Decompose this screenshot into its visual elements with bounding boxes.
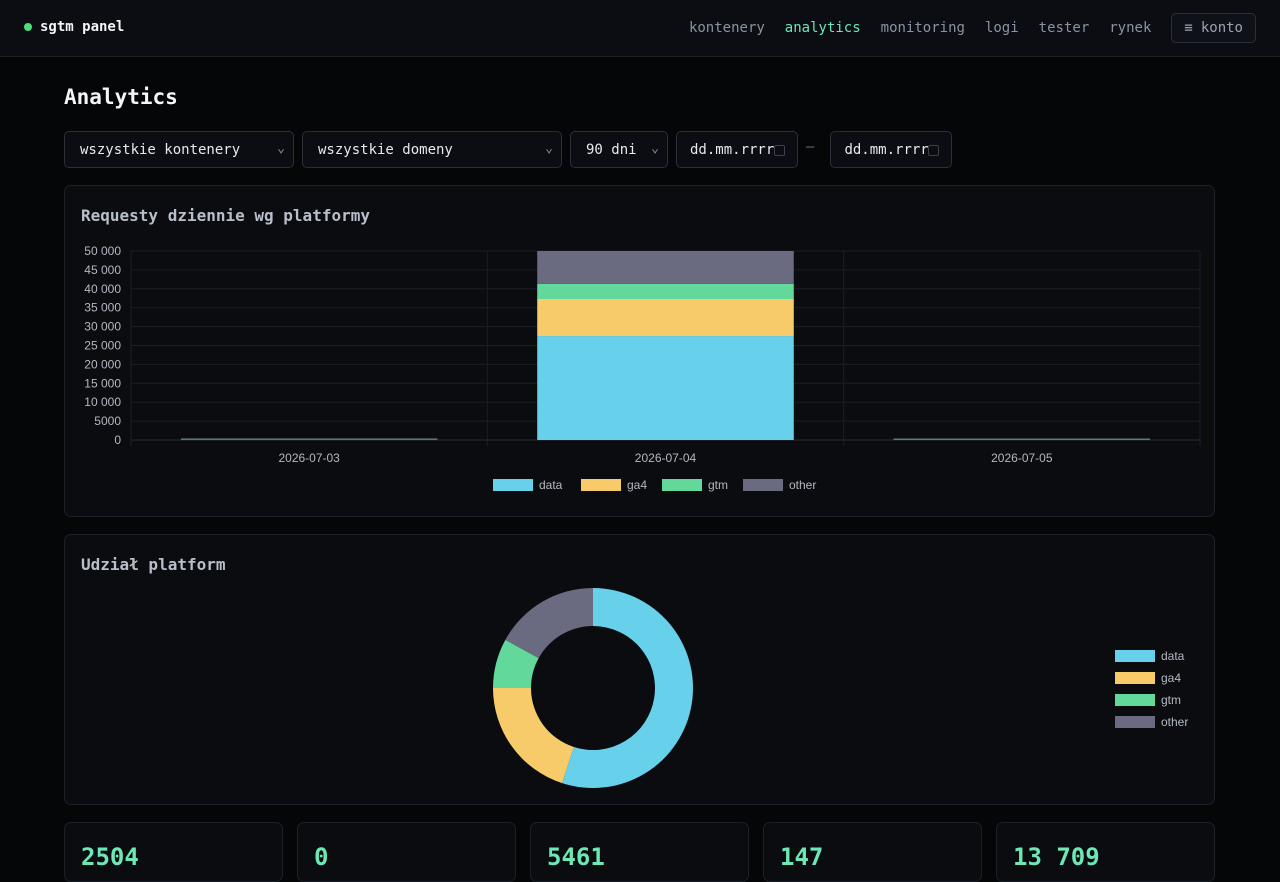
- x-tick-label: 2026-07-05: [991, 451, 1053, 465]
- y-tick-label: 40 000: [84, 282, 121, 296]
- legend-label-other: other: [789, 478, 816, 492]
- date-range-separator: –: [806, 138, 815, 155]
- platform-share-chart: data ga4 gtm other: [493, 588, 1188, 788]
- bar-segment-other: [537, 251, 794, 284]
- range-select[interactable]: 90 dni ⌄: [570, 131, 668, 168]
- legend-swatch-ga4: [581, 479, 621, 491]
- legend-label-ga4: ga4: [627, 478, 647, 492]
- stat-card: 13 709: [996, 822, 1215, 882]
- donut-slice-ga4: [493, 688, 574, 784]
- brand[interactable]: sgtm panel: [24, 19, 124, 35]
- legend-swatch-gtm: [662, 479, 702, 491]
- stat-value: 147: [780, 843, 824, 871]
- legend-label-data: data: [1161, 649, 1185, 663]
- nav-item-kontenery[interactable]: kontenery: [689, 20, 765, 36]
- legend-swatch-other: [743, 479, 783, 491]
- nav-item-rynek[interactable]: rynek: [1109, 20, 1151, 36]
- nav-item-tester[interactable]: tester: [1039, 20, 1090, 36]
- legend-label-gtm: gtm: [708, 478, 728, 492]
- legend-swatch-gtm: [1115, 694, 1155, 706]
- brand-name: sgtm panel: [40, 19, 125, 35]
- stat-value: 5461: [547, 843, 605, 871]
- account-button[interactable]: ≡ konto: [1171, 13, 1256, 43]
- calendar-icon[interactable]: [928, 145, 940, 156]
- y-tick-label: 20 000: [84, 357, 121, 371]
- date-to-value: dd.mm.rrrr: [844, 141, 929, 158]
- container-select[interactable]: wszystkie kontenery ⌄: [64, 131, 294, 168]
- domain-select-value: wszystkie domeny: [318, 141, 453, 158]
- domain-select[interactable]: wszystkie domeny ⌄: [302, 131, 562, 168]
- legend-swatch-ga4: [1115, 672, 1155, 684]
- nav-item-monitoring[interactable]: monitoring: [881, 20, 965, 36]
- stat-value: 0: [314, 843, 329, 871]
- daily-requests-chart: 0 5000 10 000 15 000 20 000 25 000 30 000 35 00…: [84, 244, 1201, 492]
- y-tick-label: 30 000: [84, 320, 121, 334]
- chevron-down-icon: ⌄: [651, 141, 659, 156]
- menu-icon: ≡: [1184, 20, 1193, 36]
- y-tick-label: 50 000: [84, 244, 121, 258]
- bar-segment-data: [537, 336, 794, 440]
- nav-item-analytics[interactable]: analytics: [785, 20, 861, 36]
- bar-segment-other: [180, 438, 438, 440]
- legend-label-gtm: gtm: [1161, 693, 1181, 707]
- page-title: Analytics: [64, 85, 178, 109]
- status-dot-icon: [24, 23, 32, 31]
- x-tick-label: 2026-07-04: [635, 451, 697, 465]
- y-tick-label: 0: [114, 433, 121, 447]
- y-tick-label: 35 000: [84, 301, 121, 315]
- calendar-icon[interactable]: [774, 145, 785, 156]
- platform-share-card: Udział platform data ga4 gtm other: [64, 534, 1215, 805]
- container-select-value: wszystkie kontenery: [80, 141, 241, 158]
- chevron-down-icon: ⌄: [277, 141, 285, 156]
- date-to-input[interactable]: dd.mm.rrrr: [830, 131, 953, 168]
- date-from-input[interactable]: dd.mm.rrrr: [676, 131, 798, 168]
- range-select-value: 90 dni: [586, 141, 637, 158]
- stat-card: 0: [297, 822, 516, 882]
- stat-card: 2504: [64, 822, 283, 882]
- bar-segment-gtm: [537, 283, 794, 300]
- daily-requests-card: Requesty dziennie wg platformy 0 5000 10 0…: [64, 185, 1215, 517]
- main-nav: kontenery analytics monitoring logi test…: [689, 13, 1256, 43]
- filters-bar: wszystkie kontenery ⌄ wszystkie domeny ⌄…: [64, 131, 953, 168]
- nav-item-logi[interactable]: logi: [985, 20, 1019, 36]
- bar-segment-ga4: [537, 299, 794, 337]
- top-bar: sgtm panel kontenery analytics monitorin…: [0, 0, 1280, 57]
- y-tick-label: 10 000: [84, 395, 121, 409]
- bar-segment-other: [893, 438, 1151, 440]
- chevron-down-icon: ⌄: [545, 141, 553, 156]
- stat-value: 13 709: [1013, 843, 1100, 871]
- legend-label-ga4: ga4: [1161, 671, 1181, 685]
- legend-label-other: other: [1161, 715, 1188, 729]
- legend-swatch-data: [493, 479, 533, 491]
- stat-card: 5461: [530, 822, 749, 882]
- stat-card: 147: [763, 822, 982, 882]
- legend-label-data: data: [539, 478, 563, 492]
- stat-value: 2504: [81, 843, 139, 871]
- x-tick-label: 2026-07-03: [278, 451, 340, 465]
- date-from-value: dd.mm.rrrr: [690, 141, 775, 158]
- y-tick-label: 15 000: [84, 376, 121, 390]
- legend-swatch-data: [1115, 650, 1155, 662]
- y-tick-label: 5000: [94, 414, 121, 428]
- legend-swatch-other: [1115, 716, 1155, 728]
- account-label: konto: [1200, 20, 1243, 36]
- y-tick-label: 25 000: [84, 339, 121, 353]
- y-tick-label: 45 000: [84, 263, 121, 277]
